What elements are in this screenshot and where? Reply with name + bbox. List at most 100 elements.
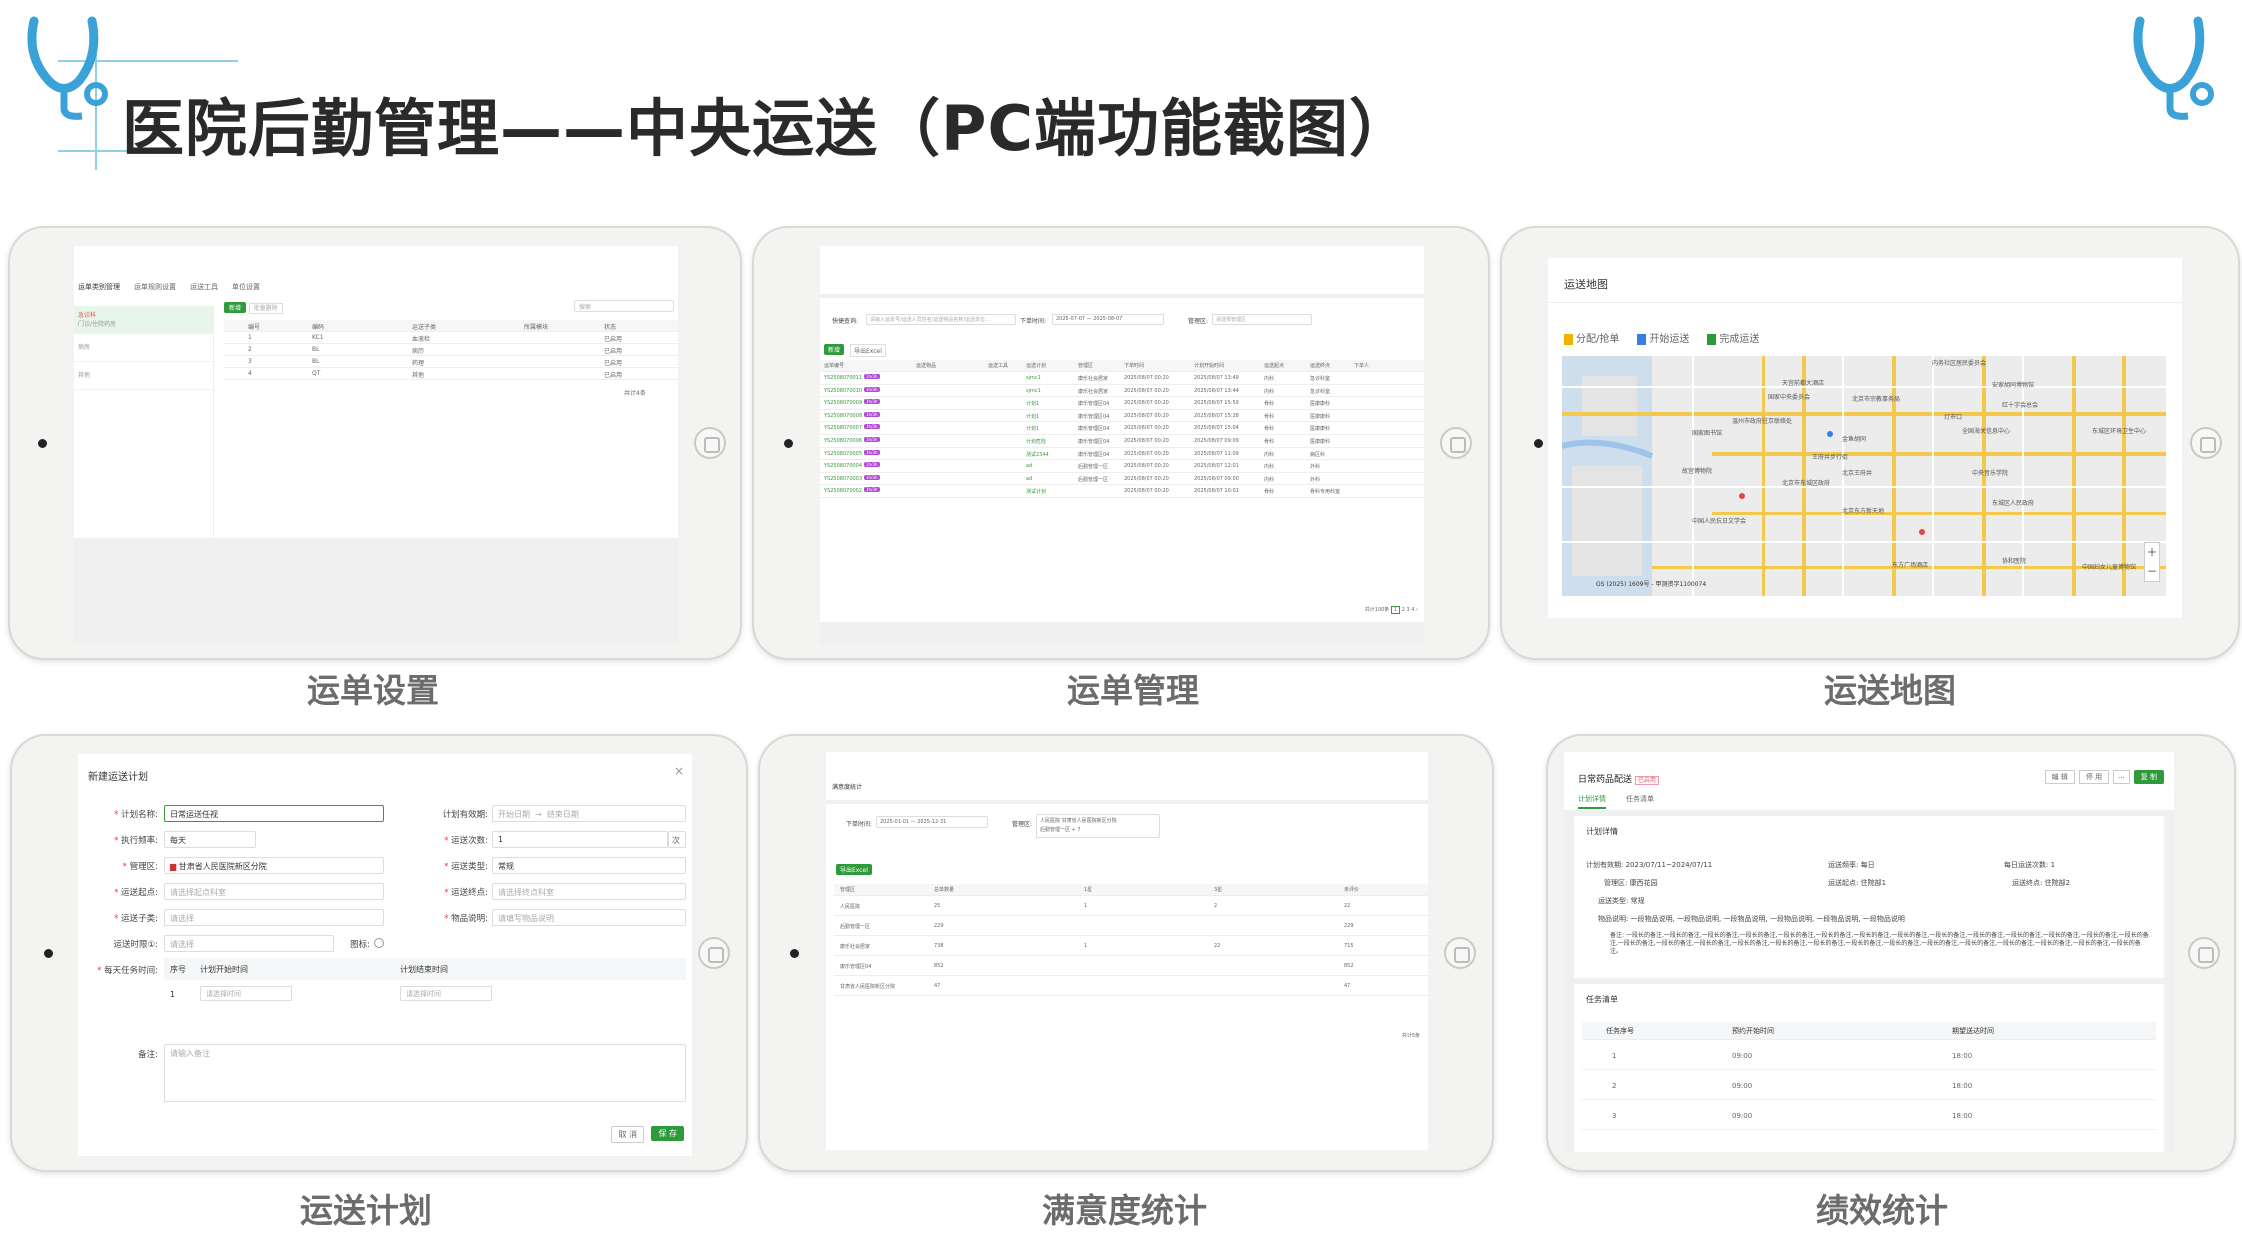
legend-done: 完成运送: [1707, 330, 1759, 345]
to-select[interactable]: 请选择终点科室: [492, 883, 686, 900]
limit-select[interactable]: 请选择: [164, 935, 334, 952]
detail-freq: 运送频率: 每日: [1828, 861, 1875, 869]
pagination-total: 共计5条: [1401, 1033, 1420, 1039]
batch-delete-button[interactable]: 批量删除: [248, 303, 283, 314]
home-button: [1440, 427, 1472, 459]
tablet-waybill-settings: 运单类别管理 运单规则设置 运送工具 单位设置 急诊科 门诊/住院药房 病房 其他…: [8, 226, 742, 660]
more-button[interactable]: ...: [2113, 770, 2130, 784]
add-button[interactable]: 新增: [824, 344, 845, 355]
zoom-out-button[interactable]: −: [2145, 562, 2159, 581]
table-row[interactable]: 2 BL 病历 已启用: [224, 344, 678, 356]
tab-category[interactable]: 运单类别管理: [78, 282, 120, 292]
pagination[interactable]: 共计100条 1 2 3 4 ›: [1365, 606, 1418, 614]
page-label: 满意度统计: [832, 784, 863, 791]
area-select[interactable]: ▆ 甘肃省人民医院新区分院: [164, 857, 384, 874]
table-row: 1 09:00 18:00: [1582, 1040, 2156, 1070]
quick-search-input[interactable]: 请输入运单号/运送人员姓名/运送物品名称/运送单位...: [866, 314, 1016, 325]
map-place-label: 全国海关信息中心: [1962, 428, 2011, 435]
table-row: 康乐社会居家 738 1 22 715: [834, 936, 1428, 956]
label-to: * 运送终点:: [444, 888, 488, 898]
save-button[interactable]: 保 存: [651, 1126, 684, 1141]
export-button[interactable]: 导出Excel: [850, 344, 886, 357]
detail-type: 运送类型: 常规: [1598, 897, 1645, 905]
plan-detail-card: 计划详情 计划有效期: 2023/07/11~2024/07/11 运送频率: …: [1574, 816, 2164, 978]
end-time-picker[interactable]: 请选择时间: [400, 986, 492, 1001]
home-button: [698, 937, 730, 969]
tab-tools[interactable]: 运送工具: [190, 282, 218, 292]
table-row[interactable]: YS2508070004 1h/3h ad 后勤管理一区 2025/08/07 00:2…: [820, 460, 1424, 473]
detail-from: 运送起点: 住院部1: [1828, 879, 1887, 887]
legend-swatch: [1707, 333, 1717, 345]
quick-search-label: 快捷查询:: [832, 318, 859, 325]
table-row[interactable]: 4 QT 其他 已启用: [224, 368, 678, 380]
table-row[interactable]: YS2508070008 1h/3h 计划1 康乐管理区04 2025/08/07 00…: [820, 410, 1424, 423]
tab-units[interactable]: 单位设置: [232, 282, 260, 292]
map-place-label: 温州市政府驻京联络处: [1732, 418, 1793, 425]
area-select[interactable]: 请选择管理区: [1212, 314, 1312, 325]
home-button: [2188, 937, 2220, 969]
tablet-waybill-management: 快捷查询: 请输入运单号/运送人员姓名/运送物品名称/运送单位... 下单时间:…: [752, 226, 1490, 660]
map-place-label: 内务社区居民委员会: [1932, 360, 1987, 367]
table-row[interactable]: YS2508070006 1h/3h 计划危险 康乐管理区04 2025/08/07 0…: [820, 435, 1424, 448]
tab-rules[interactable]: 运单规则设置: [134, 282, 176, 292]
screen-waybill-management: 快捷查询: 请输入运单号/运送人员姓名/运送物品名称/运送单位... 下单时间:…: [820, 246, 1424, 644]
table-row[interactable]: 1 KC1 血液检 已启用: [224, 332, 678, 344]
edit-button[interactable]: 编 辑: [2044, 770, 2075, 784]
table-header: 编号 编码 运送子类 所属模块 状态: [224, 320, 678, 332]
map-place-label: 王府井步行街: [1812, 454, 1849, 461]
table-row[interactable]: YS2508070010 1h/3h sjmc1 康乐社会居家 2025/08/07 0…: [820, 385, 1424, 398]
label-sub: * 运送子类:: [114, 914, 158, 924]
search-input[interactable]: 搜索: [574, 300, 674, 312]
close-icon[interactable]: ×: [674, 764, 684, 778]
tab-task-list[interactable]: 任务清单: [1626, 794, 1654, 809]
times-input[interactable]: 1: [492, 831, 668, 848]
note-textarea[interactable]: 请输入备注: [164, 1044, 686, 1102]
add-button[interactable]: 新增: [224, 302, 247, 313]
start-time-picker[interactable]: 请选择时间: [200, 986, 292, 1001]
plan-name-input[interactable]: 日常运送任视: [164, 805, 384, 822]
sidebar-item[interactable]: 病房: [74, 334, 213, 362]
zoom-in-button[interactable]: +: [2145, 543, 2159, 562]
table-row[interactable]: YS2508070003 1h/3h ad 后勤管理一区 2025/08/07 00:2…: [820, 473, 1424, 486]
export-button[interactable]: 导出Excel: [836, 864, 872, 875]
table-row[interactable]: YS2508070002 1h/3h 测试计划 2025/08/07 00:20 202…: [820, 485, 1424, 498]
date-range-input[interactable]: 2025-01-01 — 2025-12-31: [876, 816, 988, 828]
map-canvas[interactable]: 内务社区居民委员会 天宫前都大酒店 北京市宗教事务局 安家胡同博物馆 红十字会总会 国家图…: [1562, 356, 2166, 596]
tab-plan-detail[interactable]: 计划详情: [1578, 794, 1606, 809]
cancel-button[interactable]: 取 消: [611, 1126, 644, 1143]
table-row[interactable]: YS2508070007 1h/3h 计划1 康乐管理区04 2025/08/07 00…: [820, 422, 1424, 435]
map-place-label: 国家图书馆: [1692, 430, 1723, 437]
copy-button[interactable]: 复 制: [2133, 770, 2164, 784]
from-select[interactable]: 请选择起点科室: [164, 883, 384, 900]
map-place-label: 中国妇女儿童博物馆: [2082, 564, 2137, 571]
label-from: * 运送起点:: [114, 888, 158, 898]
freq-select[interactable]: 每天: [164, 831, 256, 848]
disable-button[interactable]: 停 用: [2078, 770, 2110, 784]
map-place-label: 天宫前都大酒店: [1782, 380, 1825, 387]
map-legend: 分配/抢单 开始运送 完成运送: [1564, 330, 1759, 345]
map-title: 运送地图: [1564, 278, 1608, 291]
table-row[interactable]: YS2508070009 1h/3h 计划1 康乐管理区04 2025/08/07 00…: [820, 397, 1424, 410]
caption-waybill-management: 运单管理: [1067, 671, 1199, 710]
map-place-label: 红十字会总会: [2002, 402, 2039, 409]
area-label: 管理区:: [1012, 821, 1033, 828]
plan-title: 日常药品配送 已启用: [1578, 772, 1659, 785]
table-row[interactable]: YS2508070005 1h/3h 测试2344 康乐管理区04 2025/08/07…: [820, 448, 1424, 461]
sidebar-item[interactable]: 其他: [74, 362, 213, 390]
date-range-input[interactable]: 2025-07-07 — 2025-08-07: [1052, 314, 1164, 325]
tab-bar: 运单类别管理 运单规则设置 运送工具 单位设置: [74, 282, 260, 292]
type-select[interactable]: 常规: [492, 857, 686, 874]
detail-note: 备注: 一段长的备注,一段长的备注,一段长的备注,一段长的备注,一段长的备注,一…: [1610, 932, 2149, 955]
tablet-performance: 日常药品配送 已启用 编 辑 停 用 ... 复 制 计划详情 任务清单 计划详…: [1546, 734, 2236, 1172]
table-row[interactable]: YS2508070011 1h/3h sjmc1 康乐社会居家 2025/08/07 0…: [820, 372, 1424, 385]
table-row[interactable]: 3 BL 药理 已启用: [224, 356, 678, 368]
goods-input[interactable]: 请填写物品说明: [492, 909, 686, 926]
sub-select[interactable]: 请选择: [164, 909, 384, 926]
area-multiselect[interactable]: 人民医院 甘肃省人民医院新区分院 后勤管理一区 + 7: [1036, 814, 1160, 838]
camera-dot: [44, 949, 53, 958]
zoom-control: + −: [2144, 542, 2160, 582]
sidebar-item[interactable]: 急诊科 门诊/住院药房: [74, 306, 213, 334]
map-place-label: 协和医院: [2002, 558, 2027, 565]
valid-date-range[interactable]: 开始日期 → 结束日期: [492, 805, 686, 822]
home-button: [694, 427, 726, 459]
